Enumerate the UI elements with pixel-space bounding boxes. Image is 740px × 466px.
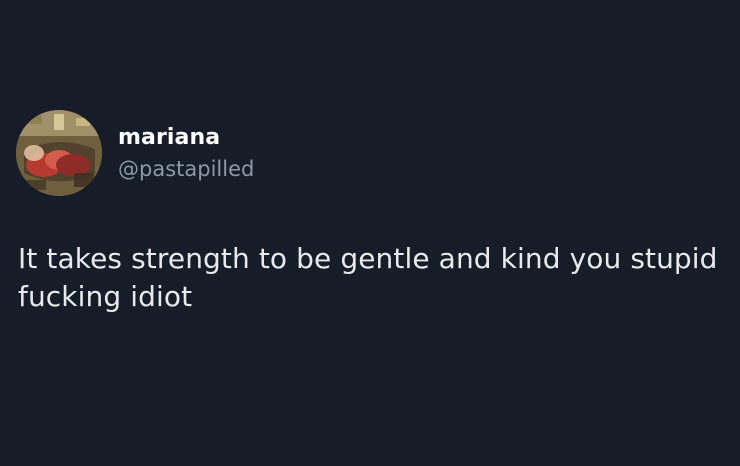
author-name-block: mariana @pastapilled bbox=[118, 124, 254, 182]
tweet-screenshot: mariana @pastapilled It takes strength t… bbox=[0, 0, 740, 466]
avatar-photo bbox=[16, 110, 102, 196]
display-name[interactable]: mariana bbox=[118, 124, 254, 152]
user-handle[interactable]: @pastapilled bbox=[118, 156, 254, 182]
tweet-author-header: mariana @pastapilled bbox=[16, 110, 254, 196]
tweet-text: It takes strength to be gentle and kind … bbox=[18, 242, 718, 313]
avatar[interactable] bbox=[16, 110, 102, 196]
